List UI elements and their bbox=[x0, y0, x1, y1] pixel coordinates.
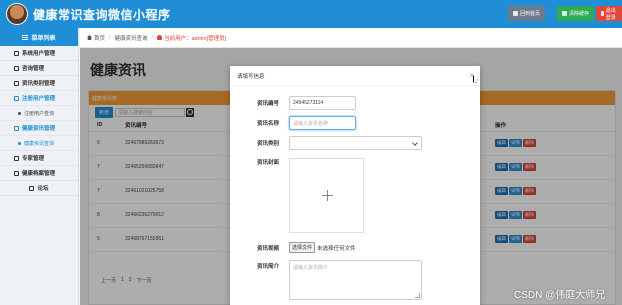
category-select[interactable] bbox=[289, 136, 422, 150]
sidebar-item-label: 资讯类别管理 bbox=[22, 81, 56, 87]
name-label: 资讯名称 bbox=[256, 121, 279, 127]
sidebar-item-label: 专家管理 bbox=[22, 156, 45, 162]
edit-icon bbox=[14, 80, 19, 86]
logout-icon bbox=[601, 11, 604, 16]
edit-icon bbox=[29, 185, 35, 191]
edit-icon bbox=[14, 95, 19, 101]
intro-label: 资讯简介 bbox=[256, 264, 279, 270]
name-field[interactable]: 请输入资讯名称 bbox=[289, 116, 356, 130]
home-icon bbox=[87, 35, 92, 40]
sidebar-item-forum[interactable]: 论坛 bbox=[0, 181, 78, 196]
top-header: 健康常识查询微信小程序 回到首页 清除缓存 退出登录 bbox=[0, 0, 622, 28]
code-field[interactable]: 24545273114 bbox=[289, 96, 356, 110]
watermark: CSDN @伟庭大师兄 bbox=[514, 290, 606, 301]
form-row-code: 资讯编号 24545273114 bbox=[230, 96, 356, 110]
logout-label: 退出登录 bbox=[605, 7, 616, 21]
video-file-input: 选择文件 未选择任何文件 bbox=[289, 242, 356, 253]
breadcrumb: 首页 / 健康资讯查询 / 当前用户： admin[管理员] bbox=[80, 28, 622, 48]
bullet-icon bbox=[18, 111, 21, 115]
sidebar-item-label: 咨询管理 bbox=[22, 66, 45, 72]
form-row-category: 资讯类别 bbox=[230, 136, 422, 150]
edit-modal: 请填写信息 × 资讯编号 24545273114 资讯名称 请输入资讯名称 资讯… bbox=[230, 66, 480, 305]
breadcrumb-separator: / bbox=[109, 34, 111, 41]
form-row-name: 资讯名称 请输入资讯名称 bbox=[230, 116, 356, 130]
modal-title: 请填写信息 bbox=[237, 73, 265, 80]
avatar bbox=[6, 3, 28, 25]
home-button[interactable]: 回到首页 bbox=[508, 6, 546, 21]
sidebar-subitem-user-query[interactable]: 注册用户查询 bbox=[0, 106, 78, 121]
sidebar-item-label: 健康档案管理 bbox=[22, 171, 56, 177]
cover-label: 资讯封面 bbox=[256, 160, 279, 166]
refresh-icon bbox=[562, 11, 567, 16]
modal-header: 请填写信息 × bbox=[230, 66, 480, 86]
edit-icon bbox=[14, 170, 19, 176]
sidebar-item-label: 系统用户管理 bbox=[22, 51, 56, 57]
sidebar: 菜单列表 系统用户管理 咨询管理 资讯类别管理 注册用户管理 注册用户查询 健康… bbox=[0, 28, 79, 305]
edit-icon bbox=[14, 155, 19, 161]
sidebar-item-consult[interactable]: 咨询管理 bbox=[0, 61, 78, 76]
home-icon bbox=[513, 11, 518, 16]
sidebar-item-registered-users[interactable]: 注册用户管理 bbox=[0, 91, 78, 106]
form-row-video: 资讯视频 选择文件 未选择任何文件 bbox=[230, 242, 356, 253]
choose-file-button[interactable]: 选择文件 bbox=[289, 242, 316, 253]
sidebar-item-health-records[interactable]: 健康档案管理 bbox=[0, 166, 78, 181]
sidebar-item-system-users[interactable]: 系统用户管理 bbox=[0, 46, 78, 61]
current-user: admin[管理员] bbox=[191, 35, 227, 42]
bullet-icon bbox=[18, 141, 21, 145]
breadcrumb-separator: / bbox=[151, 34, 154, 41]
edit-icon bbox=[14, 50, 19, 56]
clear-cache-label: 清除缓存 bbox=[569, 11, 590, 17]
code-label: 资讯编号 bbox=[256, 101, 279, 107]
clear-cache-button[interactable]: 清除缓存 bbox=[557, 6, 595, 21]
sidebar-item-experts[interactable]: 专家管理 bbox=[0, 151, 78, 166]
intro-textarea[interactable]: 请输入资讯简介 bbox=[289, 260, 422, 300]
sidebar-item-label: 注册用户管理 bbox=[22, 96, 56, 102]
sidebar-item-label: 健康资讯查询 bbox=[24, 140, 55, 147]
video-label: 资讯视频 bbox=[256, 245, 279, 252]
plus-icon bbox=[322, 190, 333, 201]
sidebar-item-health-news[interactable]: 健康资讯管理 bbox=[0, 121, 78, 136]
sidebar-heading: 菜单列表 bbox=[0, 28, 78, 46]
sidebar-item-news-category[interactable]: 资讯类别管理 bbox=[0, 76, 78, 91]
menu-icon bbox=[22, 34, 29, 40]
edit-icon bbox=[14, 65, 19, 71]
app-title: 健康常识查询微信小程序 bbox=[33, 7, 171, 22]
category-label: 资讯类别 bbox=[256, 141, 279, 147]
sidebar-item-label: 论坛 bbox=[37, 186, 49, 192]
sidebar-item-label: 健康资讯管理 bbox=[22, 126, 56, 132]
breadcrumb-current: 健康资讯查询 bbox=[114, 35, 148, 42]
current-user-prefix: 当前用户： bbox=[164, 35, 192, 42]
sidebar-subitem-news-query[interactable]: 健康资讯查询 bbox=[0, 136, 78, 151]
form-row-intro: 资讯简介 请输入资讯简介 bbox=[230, 260, 422, 300]
form-row-cover: 资讯封面 bbox=[230, 158, 364, 233]
home-button-label: 回到首页 bbox=[520, 11, 541, 17]
cover-upload[interactable] bbox=[289, 158, 364, 233]
user-icon bbox=[157, 35, 163, 40]
file-status: 未选择任何文件 bbox=[317, 245, 356, 252]
sidebar-item-label: 注册用户查询 bbox=[24, 110, 55, 117]
edit-icon bbox=[14, 125, 19, 131]
sidebar-heading-label: 菜单列表 bbox=[31, 35, 56, 42]
breadcrumb-home[interactable]: 首页 bbox=[94, 34, 105, 42]
logout-button[interactable]: 退出登录 bbox=[596, 6, 622, 21]
